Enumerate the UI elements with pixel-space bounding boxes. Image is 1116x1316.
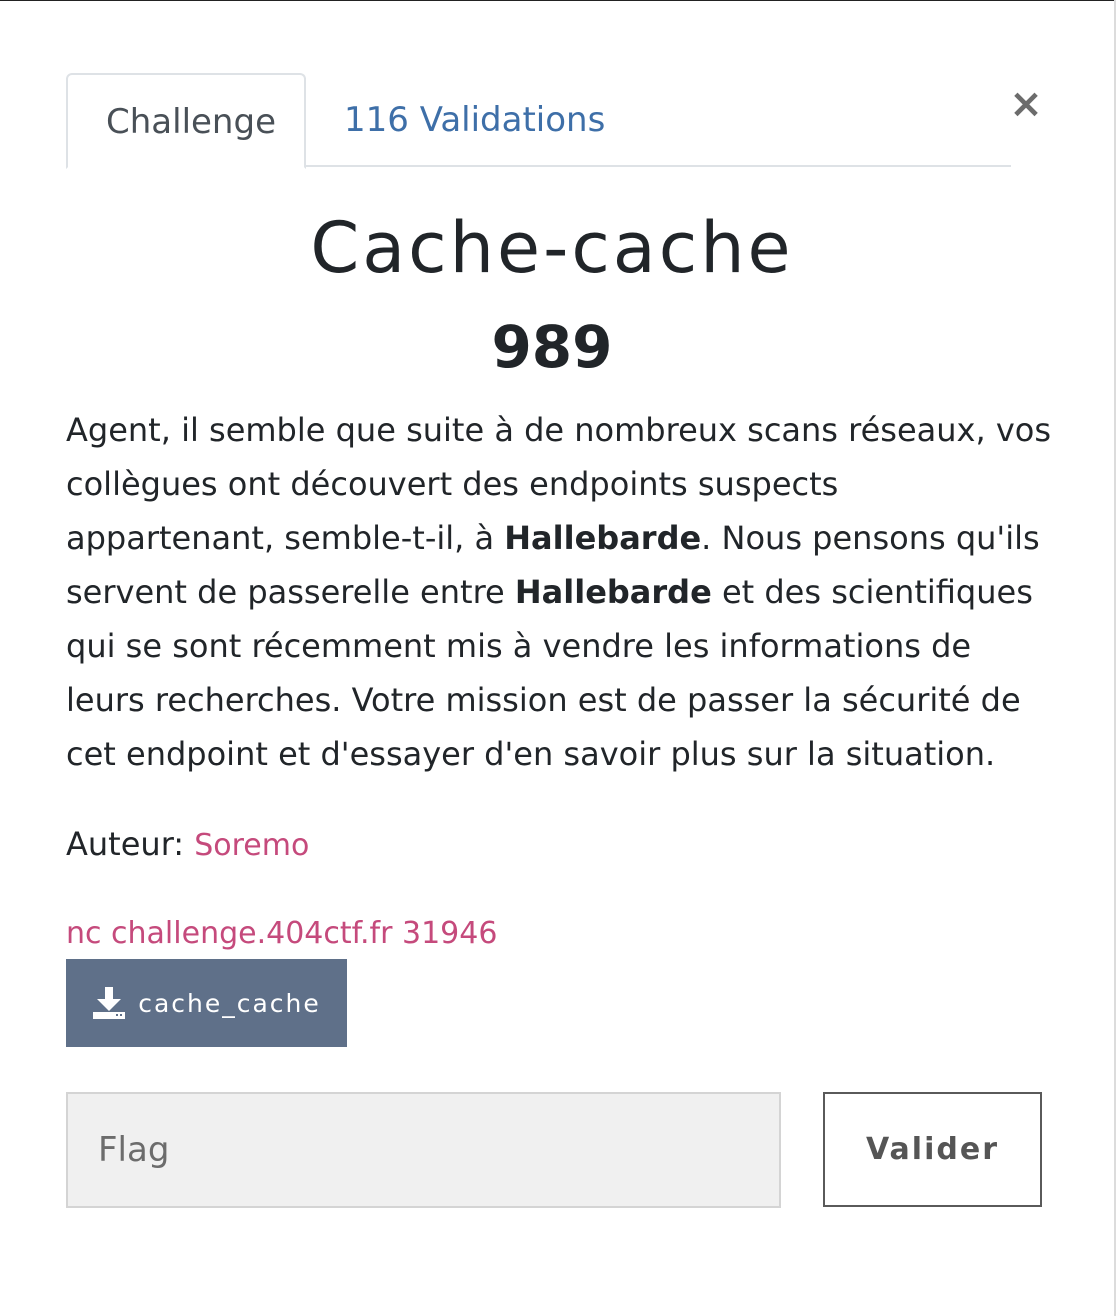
top-border	[0, 0, 1116, 1]
download-file-label: cache_cache	[138, 988, 321, 1018]
connection-info: nc challenge.404ctf.fr 31946	[66, 916, 498, 951]
download-file-button[interactable]: cache_cache	[66, 959, 347, 1047]
submit-flag-button[interactable]: Valider	[823, 1092, 1042, 1207]
author-line: Auteur: Soremo	[66, 820, 309, 870]
description-bold-organization: Hallebarde	[514, 573, 712, 611]
tab-validations[interactable]: 116 Validations	[308, 73, 643, 167]
close-icon[interactable]: ×	[1008, 82, 1044, 126]
author-label: Auteur:	[66, 825, 185, 863]
download-icon	[93, 987, 126, 1019]
tab-challenge[interactable]: Challenge	[66, 73, 306, 169]
description-bold-organization: Hallebarde	[504, 519, 702, 557]
tab-bar: Challenge 116 Validations	[66, 73, 1011, 169]
challenge-description: Agent, il semble que suite à de nombreux…	[66, 403, 1051, 781]
challenge-points: 989	[491, 313, 613, 381]
flag-input[interactable]	[66, 1092, 781, 1208]
challenge-title: Cache-cache	[310, 207, 794, 289]
author-name: Soremo	[194, 828, 310, 863]
